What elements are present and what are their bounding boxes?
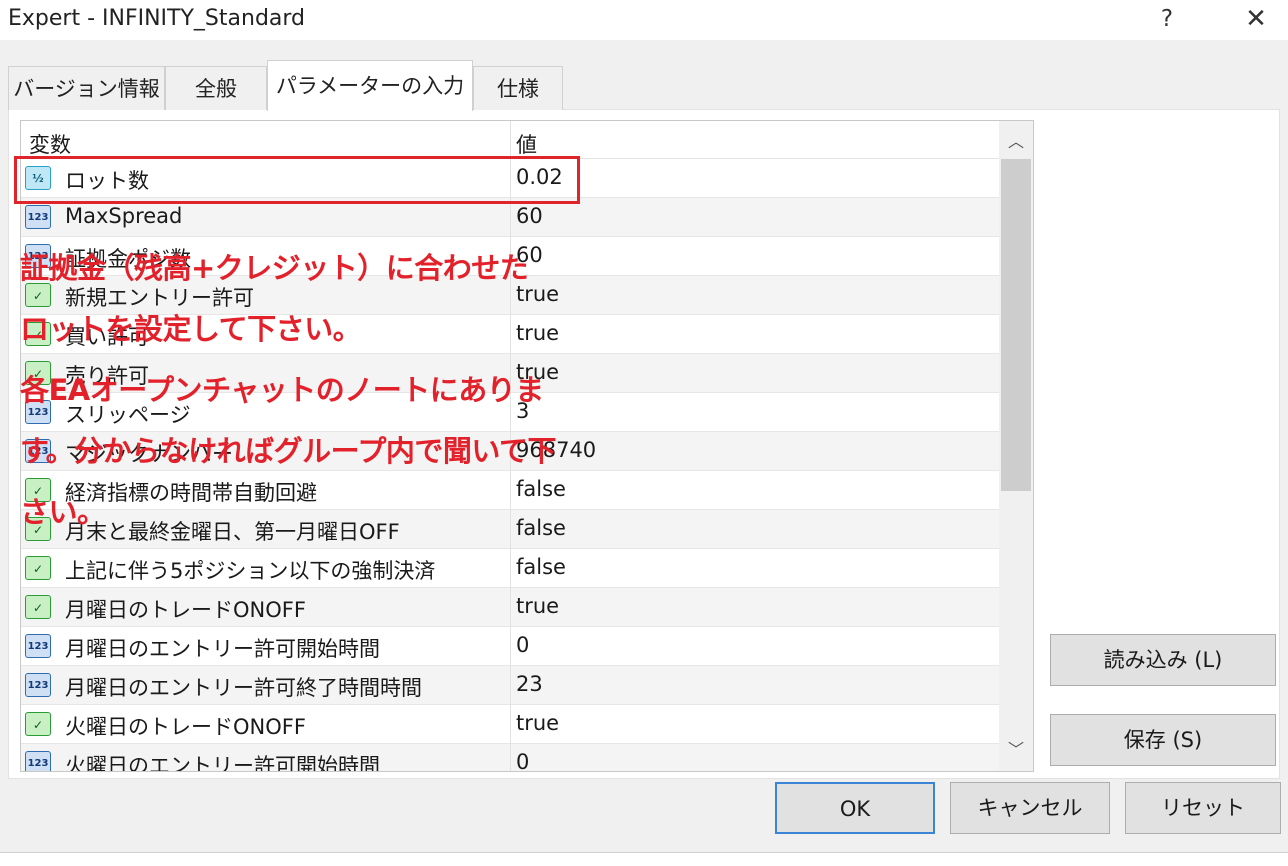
help-button[interactable]: ? (1152, 2, 1182, 36)
scroll-up-icon[interactable]: ︿ (999, 127, 1033, 157)
parameter-name: 上記に伴う5ポジション以下の強制決済 (65, 559, 436, 583)
reset-button[interactable]: リセット (1125, 782, 1281, 834)
column-header-value[interactable]: 値 (516, 129, 537, 159)
parameter-value[interactable]: 23 (516, 672, 543, 696)
status-strip (0, 852, 1288, 866)
parameter-value[interactable]: true (516, 594, 559, 618)
tab-version-info[interactable]: バージョン情報 (8, 66, 165, 110)
load-button[interactable]: 読み込み (L) (1050, 634, 1276, 686)
parameter-name: 月曜日のエントリー許可終了時間時間 (65, 676, 422, 700)
vertical-scrollbar[interactable]: ︿ ﹀ (999, 121, 1033, 771)
bool-icon: ✓ (25, 712, 51, 736)
parameter-value[interactable]: 0 (516, 750, 529, 771)
lot-row-highlight-box (14, 156, 580, 204)
ok-button[interactable]: OK (775, 782, 935, 834)
title-bar: Expert - INFINITY_Standard ? ✕ (0, 0, 1288, 40)
parameter-name: 月曜日のエントリー許可開始時間 (65, 637, 380, 661)
close-button[interactable]: ✕ (1236, 2, 1276, 36)
column-header-variable[interactable]: 変数 (29, 129, 71, 159)
number-icon: 123 (25, 673, 51, 697)
tab-general[interactable]: 全般 (165, 66, 267, 110)
annotation-line: 証拠金（残高+クレジット）に合わせた (20, 251, 529, 285)
bool-icon: ✓ (25, 595, 51, 619)
tab-specifications[interactable]: 仕様 (473, 66, 563, 110)
parameter-name: 火曜日のエントリー許可開始時間 (65, 754, 380, 772)
annotation-line: さい。 (20, 495, 106, 529)
number-icon: 123 (25, 205, 51, 229)
annotation-text: 証拠金（残高+クレジット）に合わせた ロットを設定して下さい。 各EAオープンチ… (20, 238, 660, 543)
parameter-value[interactable]: true (516, 711, 559, 735)
annotation-line: 各EAオープンチャットのノートにありま (20, 373, 544, 407)
parameter-value[interactable]: false (516, 555, 566, 579)
tab-parameters[interactable]: パラメーターの入力 (267, 60, 473, 111)
parameter-name: MaxSpread (65, 204, 183, 228)
window-title: Expert - INFINITY_Standard (8, 6, 306, 31)
parameter-name: 火曜日のトレードONOFF (65, 715, 306, 739)
scroll-thumb[interactable] (1001, 159, 1031, 491)
parameter-name: 月曜日のトレードONOFF (65, 598, 306, 622)
bool-icon: ✓ (25, 556, 51, 580)
annotation-line: す。分からなければグループ内で聞いて下 (20, 434, 557, 468)
number-icon: 123 (25, 634, 51, 658)
scroll-down-icon[interactable]: ﹀ (999, 735, 1033, 765)
parameter-value[interactable]: 0 (516, 633, 529, 657)
parameter-value[interactable]: 60 (516, 204, 543, 228)
annotation-line: ロットを設定して下さい。 (20, 312, 362, 346)
save-button[interactable]: 保存 (S) (1050, 714, 1276, 766)
cancel-button[interactable]: キャンセル (950, 782, 1110, 834)
number-icon: 123 (25, 751, 51, 771)
